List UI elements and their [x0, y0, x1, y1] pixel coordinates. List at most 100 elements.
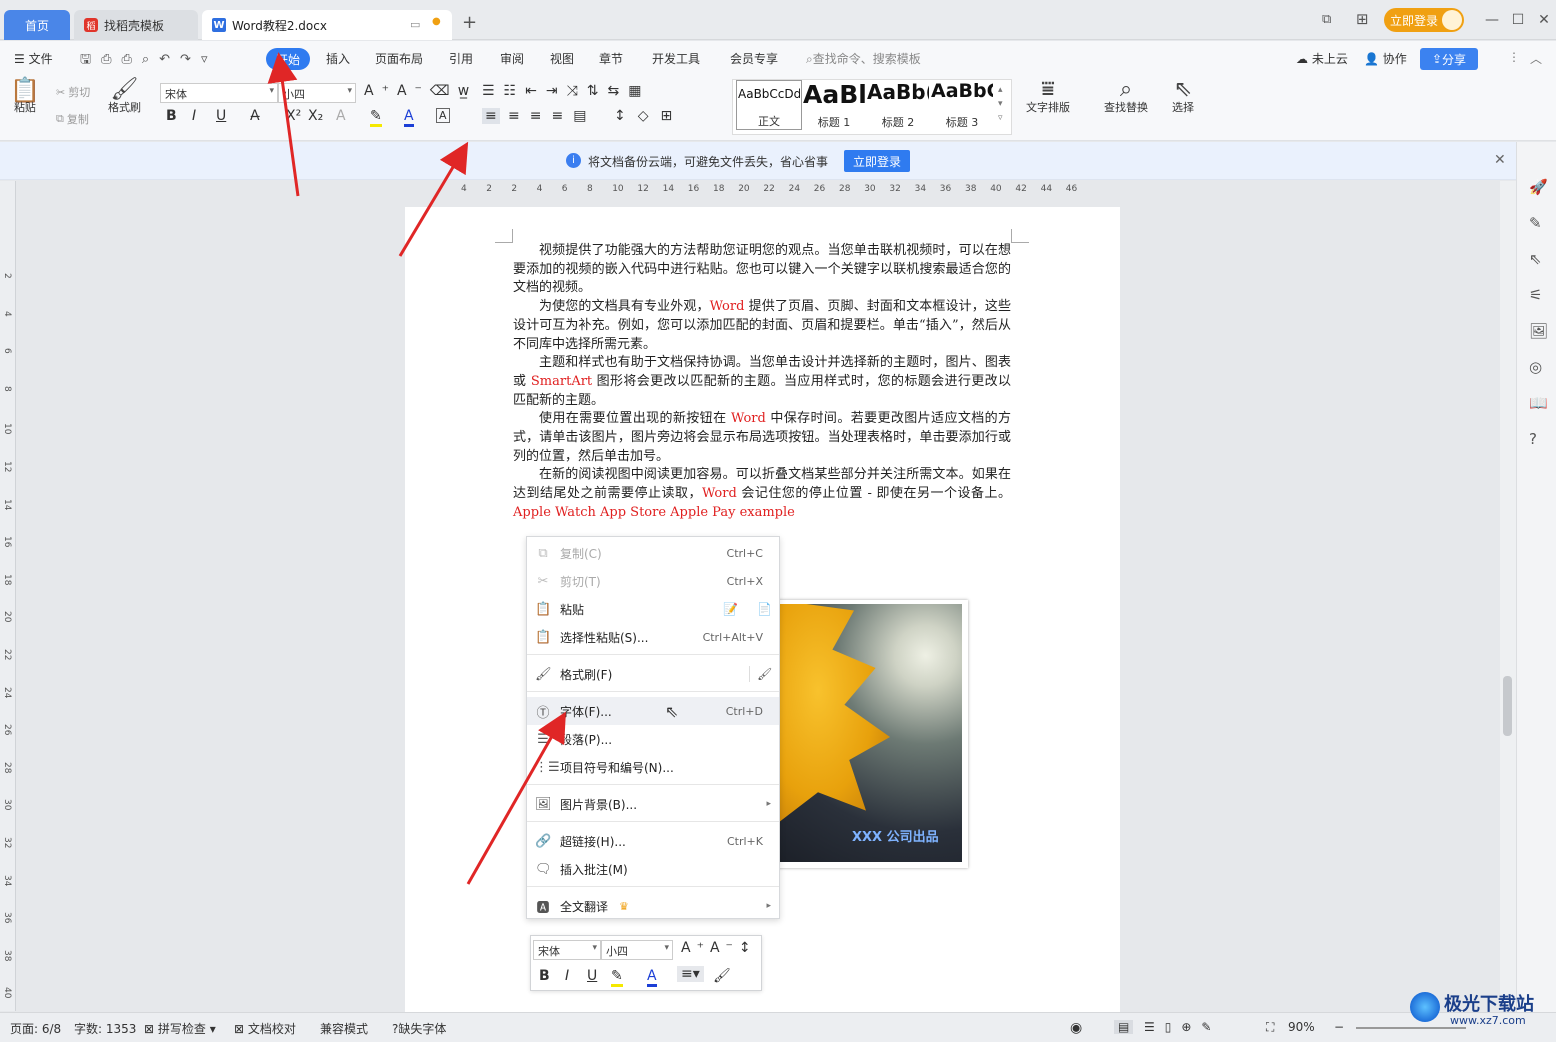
tab-template[interactable]: 稻找稻壳模板 [74, 10, 198, 40]
zoom-out-icon[interactable]: − [1334, 1020, 1344, 1034]
ctx-hyperlink[interactable]: 🔗 超链接(H)... Ctrl+K [527, 827, 779, 855]
quick-access-icons[interactable]: 🖫⎙⎙⌕↶↷▿ [80, 50, 217, 72]
style-heading-3[interactable]: AaBbC标题 3 [930, 80, 994, 130]
style-heading-1[interactable]: AaBl 标题 1 [802, 80, 866, 130]
ctx-font[interactable]: Ⓣ 字体(F)... Ctrl+D ⇖ [527, 697, 779, 725]
brush-lock-icon[interactable]: 🖌 [757, 667, 772, 681]
font-size-select[interactable]: 小四 [278, 83, 356, 103]
highlight-icon[interactable]: ✎ [370, 108, 382, 127]
help-icon[interactable]: ? [1529, 430, 1537, 448]
grid-icon[interactable]: ⊞ [1356, 10, 1369, 28]
style-heading-2[interactable]: AaBb(标题 2 [866, 80, 930, 130]
mini-font-color-icon[interactable]: A [647, 968, 657, 987]
collapse-ribbon-icon[interactable]: ︿ [1530, 50, 1542, 67]
mini-size-select[interactable]: 小四 [601, 940, 673, 960]
menu-review[interactable]: 审阅 [500, 50, 524, 67]
close-icon[interactable]: ✕ [1532, 8, 1556, 32]
char-border-icon[interactable]: A [436, 108, 450, 123]
menu-page-layout[interactable]: 页面布局 [375, 50, 423, 67]
minimize-icon[interactable]: — [1480, 8, 1504, 32]
more-icon[interactable]: ⋮ [1508, 50, 1520, 64]
tab-home[interactable]: 首页 [4, 10, 70, 40]
view-mode-icons[interactable]: ☰▯⊕✎ [1144, 1020, 1221, 1034]
mini-grow-shrink-icons[interactable]: A⁺A⁻↕ [681, 940, 757, 956]
ctx-cut[interactable]: ✂ 剪切(T) Ctrl+X [527, 567, 779, 595]
menu-section[interactable]: 章节 [599, 50, 623, 67]
ctx-translate[interactable]: 🅰 全文翻译 ♛ ▸ [527, 892, 779, 920]
mini-brush-icon[interactable]: 🖌 [713, 968, 731, 984]
document-paragraph[interactable]: 在新的阅读视图中阅读更加容易。可以折叠文档某些部分并关注所需文本。如果在达到结尾… [513, 466, 1011, 522]
document-paragraph[interactable]: 使用在需要位置出现的新按钮在 Word 中保存时间。若要更改图片适应文档的方式，… [513, 410, 1011, 466]
vertical-ruler[interactable]: 2 4 6 8 10 12 14 16 18 20 22 24 26 28 30 32 34 36 38 40 [0, 181, 16, 1011]
layout-icon[interactable]: ⧉ [1322, 12, 1331, 27]
mini-bold-icon[interactable]: B [539, 968, 550, 984]
horizontal-ruler[interactable]: 4 2 2 4 6 8 10 12 14 16 18 20 22 24 26 28 30 32 34 36 38 40 42… [405, 181, 1120, 199]
page-indicator[interactable]: 页面: 6/8 [10, 1020, 61, 1037]
sliders-icon[interactable]: ⚟ [1529, 286, 1542, 304]
font-color-icon[interactable]: A [404, 108, 414, 127]
ctx-paste[interactable]: 📋 粘贴 📝 📄 [527, 595, 779, 623]
strikethrough-icon[interactable]: A̶ [250, 108, 260, 124]
ctx-image-background[interactable]: 🖼 图片背景(B)... ▸ [527, 790, 779, 818]
list-icons[interactable]: ☰☷⇤⇥⤨⇅⇆▦ [482, 83, 650, 99]
page-view-icon[interactable]: ▤ [1114, 1020, 1134, 1034]
eye-icon[interactable]: ◉ [1070, 1020, 1082, 1036]
ctx-format-painter[interactable]: 🖌 格式刷(F) 🖌 [527, 660, 779, 688]
select-button[interactable]: ⇖ 选择 [1172, 79, 1194, 115]
subscript-icon[interactable]: X₂ [308, 108, 323, 124]
screen-icon[interactable]: ▭ [410, 18, 420, 31]
menu-member[interactable]: 会员专享 [730, 50, 778, 67]
align-icons[interactable]: ≡≡≡▤ [508, 108, 596, 124]
zoom-level[interactable]: 90% [1288, 1020, 1315, 1034]
spell-check[interactable]: ⊠ 拼写检查 ▾ [144, 1020, 216, 1037]
missing-font[interactable]: ?缺失字体 [392, 1020, 446, 1037]
paste-button[interactable]: 📋 粘贴 [10, 78, 40, 115]
find-replace-button[interactable]: ⌕ 查找替换 [1104, 79, 1148, 115]
cloud-status[interactable]: ☁ 未上云 [1296, 50, 1348, 67]
document-paragraph[interactable]: 主题和样式也有助于文档保持协调。当您单击设计并选择新的主题时，图片、图表或 Sm… [513, 354, 1011, 410]
document-paragraph[interactable]: 视频提供了功能强大的方法帮助您证明您的观点。当您单击联机视频时，可以在想要添加的… [513, 242, 1011, 298]
maximize-icon[interactable]: ☐ [1506, 8, 1530, 32]
text-effect-icon[interactable]: A [336, 108, 346, 124]
collab-button[interactable]: 👤 协作 [1364, 50, 1407, 67]
text-layout-button[interactable]: ⩸ 文字排版 [1026, 79, 1070, 115]
mini-font-select[interactable]: 宋体 [533, 940, 601, 960]
ctx-insert-comment[interactable]: 🗨 插入批注(M) [527, 855, 779, 883]
word-count[interactable]: 字数: 1353 [74, 1020, 136, 1037]
mini-italic-icon[interactable]: I [565, 968, 569, 984]
font-family-select[interactable]: 宋体 [160, 83, 278, 103]
file-menu[interactable]: ☰ 文件 [14, 50, 53, 67]
new-tab-icon[interactable]: + [462, 12, 477, 33]
doc-proofread[interactable]: ⊠ 文档校对 [234, 1020, 296, 1037]
spacing-icons[interactable]: ↕◇⊞ [614, 108, 684, 124]
style-scroll-icon[interactable]: ▴ ▾ ▿ [998, 83, 1003, 125]
mini-highlight-icon[interactable]: ✎ [611, 968, 623, 987]
paste-text-only-icon[interactable]: 📄 [757, 602, 772, 616]
paste-keep-format-icon[interactable]: 📝 [723, 602, 738, 616]
italic-icon[interactable]: I [192, 108, 196, 124]
document-image[interactable]: XXX 公司出品 [776, 600, 968, 868]
font-grow-shrink-icons[interactable]: A⁺A⁻⌫w̲ [364, 83, 477, 99]
notice-close-icon[interactable]: ✕ [1494, 152, 1506, 168]
ctx-bullets[interactable]: ⋮☰ 项目符号和编号(N)... [527, 753, 779, 781]
tab-document[interactable]: W Word教程2.docx ▭ ● [202, 10, 452, 40]
image-edit-icon[interactable]: 🖼 [1529, 322, 1548, 340]
ctx-paragraph[interactable]: ☰ 段落(P)... [527, 725, 779, 753]
align-left-icon[interactable]: ≡ [482, 108, 500, 124]
login-button[interactable]: 立即登录 [1384, 8, 1464, 32]
style-normal[interactable]: AaBbCcDd 正文 [736, 80, 802, 130]
ctx-paste-special[interactable]: 📋 选择性粘贴(S)... Ctrl+Alt+V [527, 623, 779, 651]
menu-start[interactable]: 开始 [266, 48, 310, 70]
vertical-scrollbar[interactable] [1500, 181, 1516, 1011]
copy-button[interactable]: ⧉ 复制 [56, 111, 89, 127]
book-icon[interactable]: 📖 [1529, 394, 1548, 412]
pen-icon[interactable]: ✎ [1529, 214, 1542, 232]
pointer-icon[interactable]: ⇖ [1529, 250, 1542, 268]
scroll-thumb[interactable] [1503, 676, 1512, 736]
superscript-icon[interactable]: X² [286, 108, 301, 124]
share-button[interactable]: ⇪ 分享 [1420, 48, 1478, 70]
cut-button[interactable]: ✂ 剪切 [56, 84, 90, 100]
search-input[interactable]: ⌕查找命令、搜索模板 [806, 50, 921, 67]
rocket-icon[interactable]: 🚀 [1529, 178, 1548, 196]
menu-insert[interactable]: 插入 [326, 50, 350, 67]
